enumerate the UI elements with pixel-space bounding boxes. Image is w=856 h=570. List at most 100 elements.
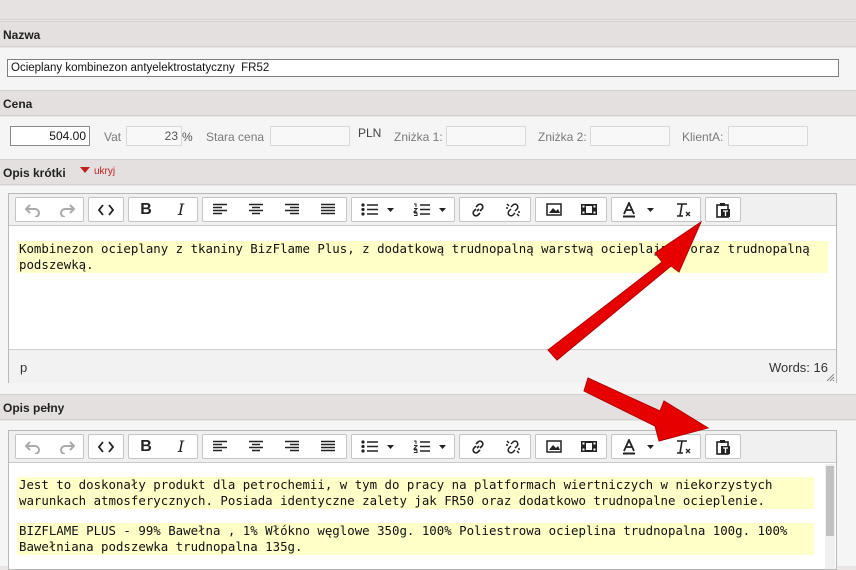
align-left-button[interactable] [203,435,237,458]
discount2-label: Zniżka 2: [538,130,587,144]
align-justify-button[interactable] [311,435,345,458]
italic-icon: I [177,200,185,219]
italic-icon: I [177,437,185,456]
redo-icon [60,440,75,454]
vat-unit: % [182,130,193,144]
bold-button[interactable]: B [129,435,163,458]
editor-content[interactable]: Kombinezon ocieplany z tkaniny BizFlame … [17,241,828,273]
hide-toggle[interactable]: ukryj [80,166,115,177]
old-price-input[interactable] [270,126,350,146]
redo-button[interactable] [50,198,84,221]
undo-button[interactable] [16,435,50,458]
short-description-editor: B I Kombinezon ocieplany z tkaniny BizFl… [8,193,837,383]
media-icon [581,441,597,452]
redo-button[interactable] [50,435,84,458]
link-button[interactable] [461,198,495,221]
discount1-label: Zniżka 1: [394,130,443,144]
format-group: B I [128,197,198,222]
unlink-button[interactable] [496,198,530,221]
paste-as-text-button[interactable] [706,198,740,221]
image-button[interactable] [537,198,571,221]
resize-grip-icon[interactable] [826,373,835,382]
text-color-button[interactable] [614,435,662,458]
link-icon [472,202,484,217]
bullet-list-icon [361,203,394,216]
undo-icon [25,203,40,217]
triangle-down-icon [80,167,90,173]
element-path[interactable]: p [20,360,27,375]
align-center-icon [249,440,263,452]
align-center-button[interactable] [239,198,273,221]
link-group [459,434,531,459]
scrollbar-thumb[interactable] [826,466,834,536]
align-justify-icon [321,440,335,452]
clear-format-button[interactable] [666,198,700,221]
undo-button[interactable] [16,198,50,221]
numbered-list-button[interactable] [406,435,454,458]
editor-toolbar: B I [9,431,836,463]
currency-label: PLN [358,126,382,140]
numbered-list-button[interactable] [406,198,454,221]
source-code-icon [98,440,114,453]
list-group [351,197,455,222]
history-group [15,434,84,459]
paste-text-icon [716,439,730,455]
align-center-button[interactable] [239,435,273,458]
align-right-icon [285,203,299,215]
content-paragraph: Jest to doskonały produkt dla petrochemi… [17,477,814,509]
code-group [88,434,124,459]
paste-group [705,197,741,222]
media-group [535,434,607,459]
full-description-editor: B I Jest to doskonały produkt dla petroc… [8,430,837,570]
unlink-icon [506,202,520,217]
redo-icon [60,203,75,217]
section-header-nazwa: Nazwa [0,21,856,47]
align-group [202,197,347,222]
price-input[interactable] [10,126,90,146]
link-button[interactable] [461,435,495,458]
bullet-list-button[interactable] [354,198,402,221]
undo-icon [25,440,40,454]
opis-krotki-label: Opis krótki [3,166,66,180]
media-button[interactable] [572,198,606,221]
client-input[interactable] [728,126,808,146]
paste-text-icon [716,202,730,218]
clear-format-icon [677,439,691,454]
name-input[interactable] [7,59,839,77]
word-count: Words: 16 [768,360,828,375]
align-left-button[interactable] [203,198,237,221]
align-right-button[interactable] [275,435,309,458]
paste-as-text-button[interactable] [706,435,740,458]
italic-button[interactable]: I [164,198,198,221]
clear-format-button[interactable] [666,435,700,458]
unlink-button[interactable] [496,435,530,458]
align-right-button[interactable] [275,198,309,221]
vat-input[interactable] [126,126,182,146]
source-code-button[interactable] [89,198,123,221]
discount1-input[interactable] [446,126,526,146]
section-header-opis-krotki: Opis krótki [0,159,856,185]
text-color-button[interactable] [614,198,662,221]
hide-toggle-label: ukryj [94,166,116,177]
image-button[interactable] [537,435,571,458]
unlink-icon [506,439,520,454]
italic-button[interactable]: I [164,435,198,458]
bold-button[interactable]: B [129,198,163,221]
content-paragraph: BIZFLAME PLUS - 99% Bawełna , 1% Włókno … [17,523,814,555]
section-header-opis-pelny: Opis pełny [0,394,856,420]
source-code-button[interactable] [89,435,123,458]
editor-content[interactable]: Jest to doskonały produkt dla petrochemi… [17,477,814,555]
code-group [88,197,124,222]
align-left-icon [213,203,227,215]
text-color-icon [623,201,654,217]
history-group [15,197,84,222]
editor-scrollbar[interactable] [825,464,835,569]
media-button[interactable] [572,435,606,458]
align-justify-button[interactable] [311,198,345,221]
media-icon [581,204,597,215]
top-strip [0,0,856,20]
discount2-input[interactable] [590,126,670,146]
bullet-list-button[interactable] [354,435,402,458]
image-icon [546,440,562,453]
format-group: B I [128,434,198,459]
